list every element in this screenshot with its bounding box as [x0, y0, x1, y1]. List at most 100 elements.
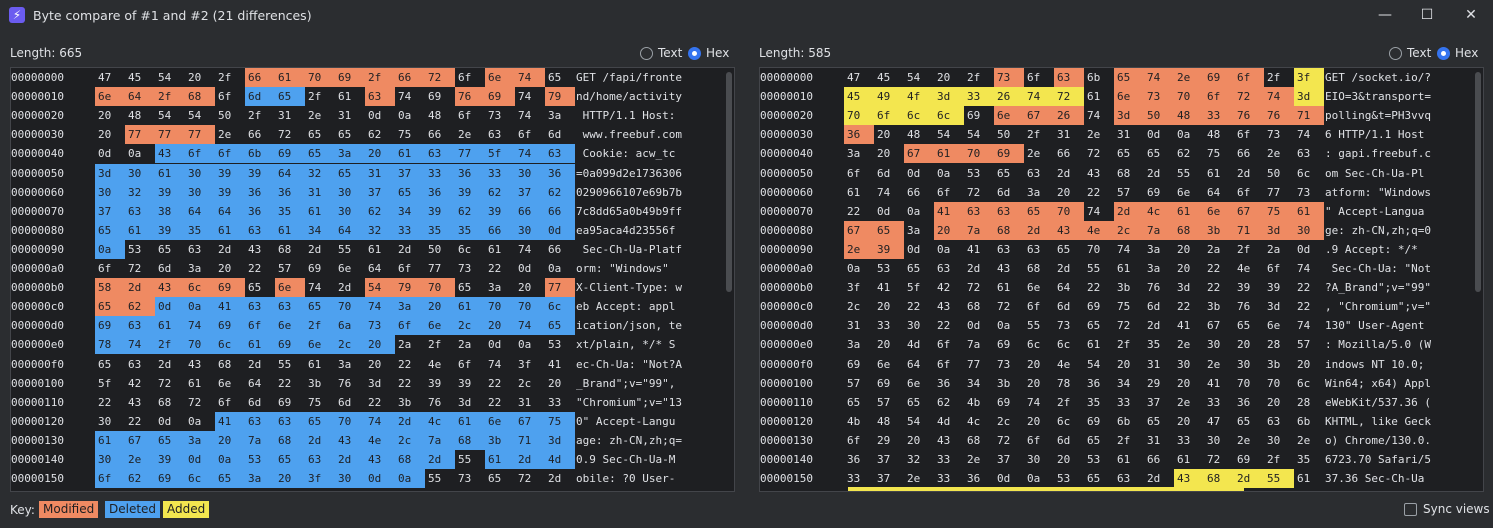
hex-byte[interactable]: 3a — [844, 144, 874, 163]
hex-byte[interactable]: 20 — [215, 259, 245, 278]
hex-byte[interactable]: 3b — [1204, 220, 1234, 240]
hex-byte[interactable]: 30 — [95, 412, 125, 431]
hex-byte[interactable]: 3a — [185, 259, 215, 278]
hex-byte[interactable]: 50 — [994, 125, 1024, 144]
hex-byte[interactable]: 63 — [125, 316, 155, 336]
hex-byte[interactable]: 50 — [215, 106, 245, 125]
hex-byte[interactable]: 2f — [1114, 335, 1144, 354]
hex-byte[interactable]: 72 — [1084, 144, 1114, 163]
hex-byte[interactable]: 0d — [545, 220, 575, 240]
hex-byte[interactable]: 33 — [545, 393, 575, 412]
hex-byte[interactable]: 3a — [185, 430, 215, 450]
hex-byte[interactable]: 43 — [365, 450, 395, 469]
hex-byte[interactable]: 30 — [1294, 220, 1324, 240]
hex-byte[interactable]: 6d — [1144, 297, 1174, 316]
right-hex-view[interactable]: 00000150 33 37 2e 33 36 0d 0a 53 65 63 2d 43 68 2d 55 61… — [759, 67, 1484, 492]
hex-byte[interactable]: 69 — [994, 335, 1024, 354]
hex-byte[interactable]: 4e — [1084, 220, 1114, 240]
hex-byte[interactable]: 4d — [934, 412, 964, 431]
hex-byte[interactable]: 77 — [425, 259, 455, 278]
hex-byte[interactable]: 6f — [215, 144, 245, 164]
hex-byte[interactable]: 0d — [185, 450, 215, 469]
hex-byte[interactable]: 6d — [1054, 431, 1084, 450]
hex-byte[interactable]: 0d — [155, 412, 185, 431]
hex-byte[interactable]: 2d — [125, 278, 155, 298]
hex-byte[interactable]: 2f — [1114, 431, 1144, 450]
hex-byte[interactable]: 20 — [275, 469, 305, 489]
hex-byte[interactable]: 61 — [1114, 259, 1144, 278]
hex-byte[interactable]: 22 — [1294, 297, 1324, 316]
hex-byte[interactable]: 20 — [365, 144, 395, 164]
hex-byte[interactable]: 3d — [1174, 278, 1204, 297]
hex-byte[interactable]: 6d — [545, 125, 575, 144]
hex-byte[interactable]: 2f — [1264, 450, 1294, 469]
hex-byte[interactable]: 79 — [545, 87, 575, 107]
hex-byte[interactable]: 74 — [515, 106, 545, 125]
hex-byte[interactable]: 22 — [365, 393, 395, 412]
hex-byte[interactable]: 61 — [455, 297, 485, 317]
hex-byte[interactable]: 6f — [1234, 68, 1264, 87]
hex-byte[interactable]: 67 — [844, 220, 874, 240]
hex-byte[interactable]: 20 — [95, 125, 125, 144]
left-text-radio[interactable]: Text — [640, 46, 682, 60]
hex-byte[interactable]: 2e — [1174, 68, 1204, 87]
hex-byte[interactable]: 74 — [365, 297, 395, 317]
hex-byte[interactable]: 73 — [485, 106, 515, 125]
hex-byte[interactable]: 2f — [155, 335, 185, 355]
hex-byte[interactable]: 6e — [215, 374, 245, 393]
hex-byte[interactable]: 34 — [1114, 374, 1144, 393]
hex-byte[interactable]: 70 — [1054, 201, 1084, 221]
hex-byte[interactable]: 74 — [515, 144, 545, 164]
hex-byte[interactable]: 3d — [455, 393, 485, 412]
hex-byte[interactable]: 39 — [455, 374, 485, 393]
hex-byte[interactable]: 6f — [844, 431, 874, 450]
hex-byte[interactable]: 39 — [425, 201, 455, 221]
hex-byte[interactable]: 0d — [994, 469, 1024, 488]
hex-byte[interactable]: 6c — [185, 278, 215, 298]
hex-byte[interactable]: 72 — [425, 68, 455, 87]
hex-byte[interactable]: 61 — [185, 374, 215, 393]
hex-byte[interactable]: 70 — [335, 411, 365, 431]
hex-byte[interactable]: 72 — [1204, 450, 1234, 469]
hex-byte[interactable]: 2f — [1054, 393, 1084, 412]
hex-byte[interactable]: 2d — [964, 259, 994, 278]
hex-byte[interactable]: 65 — [155, 240, 185, 259]
hex-byte[interactable]: 70 — [425, 278, 455, 298]
hex-byte[interactable]: 0d — [904, 164, 934, 183]
hex-byte[interactable]: 61 — [1294, 201, 1324, 221]
hex-byte[interactable]: 67 — [1204, 316, 1234, 335]
hex-byte[interactable]: 65 — [1084, 431, 1114, 450]
hex-byte[interactable]: 62 — [455, 201, 485, 221]
hex-byte[interactable]: 72 — [275, 125, 305, 144]
hex-byte[interactable]: 68 — [1174, 220, 1204, 240]
hex-byte[interactable]: 74 — [365, 411, 395, 431]
hex-byte[interactable]: 54 — [904, 68, 934, 87]
hex-byte[interactable]: 63 — [934, 259, 964, 278]
hex-byte[interactable]: 74 — [1264, 87, 1294, 107]
hex-byte[interactable]: 63 — [275, 411, 305, 431]
hex-byte[interactable]: 33 — [1204, 106, 1234, 126]
hex-byte[interactable]: 73 — [365, 316, 395, 336]
hex-byte[interactable]: 55 — [1264, 469, 1294, 489]
hex-byte[interactable]: 22 — [1084, 183, 1114, 202]
hex-byte[interactable]: 20 — [365, 335, 395, 355]
hex-byte[interactable]: 72 — [1234, 87, 1264, 107]
hex-byte[interactable]: 68 — [155, 393, 185, 412]
hex-byte[interactable]: 3d — [365, 374, 395, 393]
close-button[interactable]: ✕ — [1459, 5, 1483, 25]
hex-byte[interactable]: 74 — [305, 278, 335, 297]
hex-byte[interactable]: 69 — [994, 144, 1024, 164]
hex-byte[interactable]: 31 — [1144, 355, 1174, 374]
hex-byte[interactable]: 0a — [95, 239, 125, 259]
hex-byte[interactable]: 4e — [425, 355, 455, 374]
hex-byte[interactable]: 6c — [934, 106, 964, 126]
hex-byte[interactable]: 74 — [515, 240, 545, 259]
hex-byte[interactable]: 70 — [335, 297, 365, 317]
hex-byte[interactable]: 2d — [335, 278, 365, 297]
hex-byte[interactable]: 30 — [125, 163, 155, 183]
hex-byte[interactable]: 6f — [1024, 431, 1054, 450]
hex-byte[interactable]: 6e — [994, 106, 1024, 126]
left-hex-radio[interactable]: Hex — [688, 46, 729, 60]
hex-byte[interactable]: 36 — [455, 163, 485, 183]
hex-byte[interactable]: 29 — [1144, 374, 1174, 393]
